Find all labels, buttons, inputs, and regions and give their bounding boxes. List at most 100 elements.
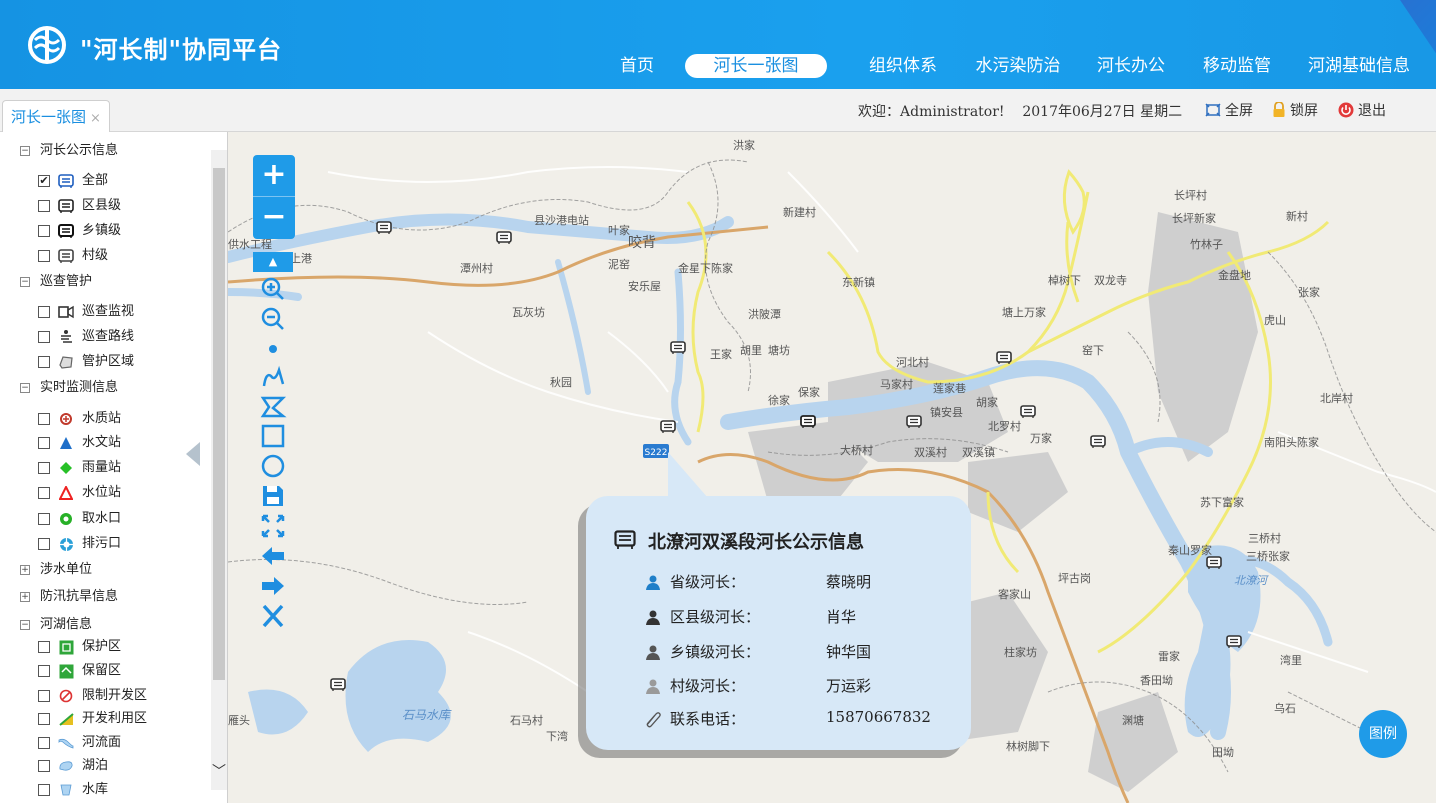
draw-circle-icon[interactable]	[259, 453, 287, 479]
tree-item-reserve-zone[interactable]: 保留区	[38, 661, 121, 681]
tree-group-water-units[interactable]: + 涉水单位	[20, 560, 92, 580]
save-icon[interactable]	[259, 483, 287, 509]
checkbox[interactable]	[38, 737, 50, 749]
zoom-out-tool-icon[interactable]	[259, 306, 287, 332]
nav-river-lake-info[interactable]: 河湖基础信息	[1304, 54, 1414, 78]
zoom-in-tool-icon[interactable]	[259, 276, 287, 302]
board-marker-icon[interactable]	[330, 678, 346, 692]
checkbox[interactable]	[38, 250, 50, 262]
checkbox[interactable]	[38, 513, 50, 525]
tree-item-river-surface[interactable]: 河流面	[38, 733, 121, 753]
checkbox[interactable]	[38, 306, 50, 318]
checkbox[interactable]	[38, 690, 50, 702]
checkbox[interactable]	[38, 665, 50, 677]
board-marker-icon[interactable]	[800, 415, 816, 429]
board-marker-icon[interactable]	[906, 415, 922, 429]
tree-item-protection-zone[interactable]: 保护区	[38, 637, 121, 657]
tree-item-water-level[interactable]: 水位站	[38, 483, 121, 503]
reservoir-icon	[58, 782, 74, 798]
zoom-out-button[interactable]: −	[253, 197, 295, 239]
collapse-panel-icon[interactable]	[186, 442, 200, 466]
draw-polygon-icon[interactable]	[259, 394, 287, 420]
tree-item-water-quality[interactable]: 水质站	[38, 409, 121, 429]
board-marker-icon[interactable]	[1226, 635, 1242, 649]
tree-group-patrol[interactable]: − 巡查管护	[20, 272, 92, 292]
draw-rectangle-icon[interactable]	[259, 423, 287, 449]
checkbox[interactable]	[38, 538, 50, 550]
tree-item-patrol-video[interactable]: 巡查监视	[38, 302, 134, 322]
tree-item-restricted-zone[interactable]: 限制开发区	[38, 686, 147, 706]
checkbox[interactable]	[38, 200, 50, 212]
full-extent-icon[interactable]	[259, 513, 287, 539]
scroll-down-icon[interactable]: ﹀	[211, 764, 227, 780]
logout-button[interactable]: 退出	[1338, 100, 1386, 120]
tree-item-outfall[interactable]: 排污口	[38, 534, 121, 554]
tree-item-patrol-route[interactable]: 巡查路线	[38, 327, 134, 347]
tree-item-village[interactable]: 村级	[38, 246, 108, 266]
tree-item-lake[interactable]: 湖泊	[38, 756, 108, 776]
nav-pollution-control[interactable]: 水污染防治	[972, 54, 1064, 78]
collapse-toggle-icon[interactable]: −	[20, 277, 30, 287]
next-view-icon[interactable]	[259, 573, 287, 599]
expand-toggle-icon[interactable]: +	[20, 592, 30, 602]
previous-view-icon[interactable]	[259, 543, 287, 569]
collapse-toggle-icon[interactable]: −	[20, 383, 30, 393]
tree-item-intake[interactable]: 取水口	[38, 509, 121, 529]
board-marker-icon[interactable]	[660, 420, 676, 434]
checkbox[interactable]	[38, 760, 50, 772]
lock-button[interactable]: 锁屏	[1272, 100, 1318, 120]
tree-group-river-lake-info[interactable]: − 河湖信息	[20, 615, 92, 635]
tree-item-township[interactable]: 乡镇级	[38, 221, 121, 241]
tree-item-reservoir[interactable]: 水库	[38, 780, 108, 800]
river-icon	[58, 735, 74, 751]
checkbox[interactable]: ✔	[38, 175, 50, 187]
map-view[interactable]: S222 洪家 长坪村 长坪新家 竹林子 新村 县沙港电站 叶家 咬背 新建村 …	[228, 132, 1436, 803]
tree-group-flood-control[interactable]: + 防汛抗旱信息	[20, 587, 118, 607]
tree-item-care-area[interactable]: 管护区域	[38, 352, 134, 372]
tree-item-development-zone[interactable]: 开发利用区	[38, 709, 147, 729]
nav-home[interactable]: 首页	[619, 54, 655, 78]
checkbox[interactable]	[38, 462, 50, 474]
fullscreen-button[interactable]: 全屏	[1205, 100, 1253, 120]
zoom-in-button[interactable]: +	[253, 155, 295, 197]
scrollbar-thumb[interactable]	[213, 168, 225, 680]
nav-mobile-supervision[interactable]: 移动监管	[1200, 54, 1274, 78]
board-marker-icon[interactable]	[376, 221, 392, 235]
tree-item-all[interactable]: ✔ 全部	[38, 171, 108, 191]
tree-item-hydrology[interactable]: 水文站	[38, 433, 121, 453]
board-marker-icon[interactable]	[670, 341, 686, 355]
checkbox[interactable]	[38, 225, 50, 237]
board-marker-icon[interactable]	[1020, 405, 1036, 419]
tree-item-rain[interactable]: 雨量站	[38, 458, 121, 478]
checkbox[interactable]	[38, 784, 50, 796]
draw-point-icon[interactable]	[259, 336, 287, 362]
toolbar-collapse-button[interactable]: ▲	[253, 252, 293, 272]
collapse-toggle-icon[interactable]: −	[20, 146, 30, 156]
tree-item-county[interactable]: 区县级	[38, 196, 121, 216]
expand-toggle-icon[interactable]: +	[20, 565, 30, 575]
legend-button[interactable]: 图例	[1359, 710, 1407, 758]
checkbox[interactable]	[38, 487, 50, 499]
tree-group-realtime-monitoring[interactable]: − 实时监测信息	[20, 378, 118, 398]
nav-organization[interactable]: 组织体系	[866, 54, 940, 78]
checkbox[interactable]	[38, 331, 50, 343]
map-label: 下湾	[546, 730, 568, 743]
board-marker-icon[interactable]	[1206, 556, 1222, 570]
nav-river-office[interactable]: 河长办公	[1094, 54, 1168, 78]
clear-icon[interactable]	[259, 603, 287, 629]
board-marker-icon[interactable]	[996, 351, 1012, 365]
tab-close-icon[interactable]: ×	[90, 111, 101, 126]
board-marker-icon[interactable]	[1090, 435, 1106, 449]
checkbox[interactable]	[38, 413, 50, 425]
sidebar-scrollbar[interactable]	[211, 150, 227, 790]
checkbox[interactable]	[38, 713, 50, 725]
collapse-toggle-icon[interactable]: −	[20, 620, 30, 630]
checkbox[interactable]	[38, 356, 50, 368]
board-marker-icon[interactable]	[496, 231, 512, 245]
nav-river-map[interactable]: 河长一张图	[685, 54, 827, 78]
checkbox[interactable]	[38, 641, 50, 653]
tree-group-river-chief-info[interactable]: − 河长公示信息	[20, 141, 118, 161]
draw-line-icon[interactable]	[259, 364, 287, 390]
checkbox[interactable]	[38, 437, 50, 449]
tab-river-map[interactable]: 河长一张图 ×	[2, 100, 110, 132]
